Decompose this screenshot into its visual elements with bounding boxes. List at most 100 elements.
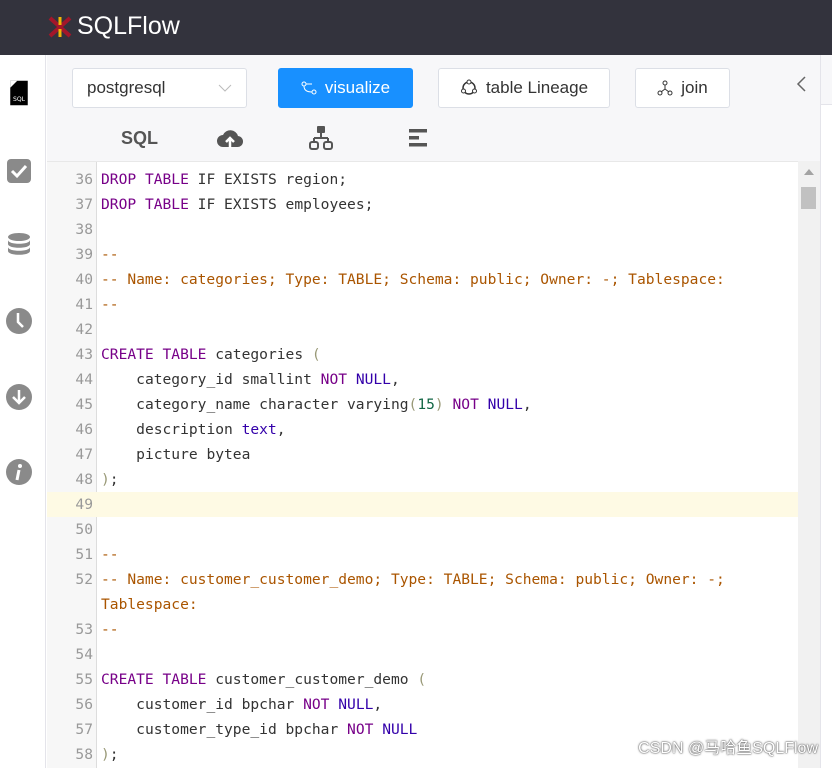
sqlflow-logo-icon <box>48 16 72 37</box>
code-line[interactable]: 38 <box>47 217 798 242</box>
bracket: ( <box>311 346 321 363</box>
type: NULL <box>338 696 374 713</box>
app-logo[interactable]: SQLFlow <box>47 12 180 41</box>
line-number: 52 <box>75 571 93 588</box>
line-number: 43 <box>75 346 93 363</box>
identifier: IF EXISTS region; <box>188 171 348 188</box>
comment: -- Name: categories; Type: TABLE; Schema… <box>101 271 725 288</box>
code-text: -- <box>95 242 798 267</box>
sql-file-icon[interactable]: SQL <box>5 79 33 107</box>
code-line[interactable]: 49 <box>47 492 798 517</box>
join-icon <box>657 80 673 96</box>
collapse-chevron-left-icon[interactable] <box>795 75 807 93</box>
line-number: 47 <box>75 446 93 463</box>
sql-tab-label: SQL <box>121 127 159 148</box>
sql-code-editor[interactable]: 36 DROP TABLE IF EXISTS region; 37 DROP TAB… <box>47 161 798 768</box>
code-text: CREATE TABLE categories ( <box>95 342 798 367</box>
code-text: -- <box>95 292 798 317</box>
line-number: 37 <box>75 196 93 213</box>
code-line[interactable]: 53 -- <box>47 617 798 642</box>
chevron-down-icon <box>218 84 232 92</box>
keyword: DROP <box>101 171 137 188</box>
code-line[interactable]: 42 <box>47 317 798 342</box>
join-button[interactable]: join <box>635 68 730 108</box>
code-line[interactable]: 50 <box>47 517 798 542</box>
code-line[interactable]: 45 category_name character varying(15) N… <box>47 392 798 417</box>
type: NULL <box>487 396 523 413</box>
cloud-upload-icon[interactable] <box>216 124 244 152</box>
code-line[interactable]: 51 -- <box>47 542 798 567</box>
table-lineage-button[interactable]: table Lineage <box>438 68 610 108</box>
scrollbar-thumb[interactable] <box>801 187 816 209</box>
visualize-icon <box>301 81 317 95</box>
code-line[interactable]: 54 <box>47 642 798 667</box>
code-line[interactable]: 44 category_id smallint NOT NULL, <box>47 367 798 392</box>
identifier: ; <box>109 746 119 763</box>
identifier: IF EXISTS employees; <box>188 196 374 213</box>
code-text: DROP TABLE IF EXISTS region; <box>95 167 798 192</box>
dialect-select[interactable]: postgresql <box>72 68 247 108</box>
format-align-icon[interactable] <box>407 124 431 152</box>
identifier: , <box>373 696 383 713</box>
download-icon[interactable] <box>5 383 33 411</box>
join-label: join <box>681 78 708 97</box>
code-line[interactable]: 39 -- <box>47 242 798 267</box>
code-line[interactable]: 41 -- <box>47 292 798 317</box>
bracket: ) <box>434 396 444 413</box>
scroll-up-arrow-icon[interactable] <box>804 169 814 175</box>
code-line[interactable]: 36 DROP TABLE IF EXISTS region; <box>47 167 798 192</box>
identifier <box>444 396 453 413</box>
identifier: category_name character varying <box>101 396 409 413</box>
identifier: , <box>522 396 532 413</box>
code-line[interactable]: 48); <box>47 467 798 492</box>
identifier <box>136 171 145 188</box>
comment: -- Name: customer_customer_demo; Type: T… <box>101 571 734 613</box>
type: text <box>241 421 277 438</box>
sql-tab[interactable]: SQL <box>121 124 158 152</box>
identifier: customer_id bpchar <box>101 696 304 713</box>
visualize-button[interactable]: visualize <box>278 68 413 108</box>
line-number: 45 <box>75 396 93 413</box>
identifier: , <box>390 371 400 388</box>
code-text: DROP TABLE IF EXISTS employees; <box>95 192 798 217</box>
dialect-value: postgresql <box>87 78 166 97</box>
check-icon[interactable] <box>5 157 33 185</box>
identifier: picture bytea <box>101 446 251 463</box>
line-number: 38 <box>75 221 93 238</box>
code-text: -- Name: customer_customer_demo; Type: T… <box>95 567 798 617</box>
line-number: 55 <box>75 671 93 688</box>
comment: -- <box>101 546 119 563</box>
code-text: -- Name: categories; Type: TABLE; Schema… <box>95 267 798 292</box>
code-line[interactable]: 40 -- Name: categories; Type: TABLE; Sche… <box>47 267 798 292</box>
code-text: picture bytea <box>95 442 798 467</box>
code-text: description text, <box>95 417 798 442</box>
line-number: 56 <box>75 696 93 713</box>
identifier: category_id smallint <box>101 371 321 388</box>
editor-vertical-scrollbar[interactable] <box>798 161 820 768</box>
code-text: -- <box>95 542 798 567</box>
code-line[interactable]: 55 CREATE TABLE customer_customer_demo ( <box>47 667 798 692</box>
lineage-icon <box>460 79 477 95</box>
number: 15 <box>417 396 435 413</box>
info-icon[interactable] <box>5 458 33 486</box>
code-line[interactable]: 47 picture bytea <box>47 442 798 467</box>
line-number: 41 <box>75 296 93 313</box>
code-line[interactable]: 56 customer_id bpchar NOT NULL, <box>47 692 798 717</box>
comment: -- <box>101 296 119 313</box>
keyword: NOT <box>320 371 348 388</box>
code-line[interactable]: 37 DROP TABLE IF EXISTS employees; <box>47 192 798 217</box>
code-line[interactable]: 46 description text, <box>47 417 798 442</box>
line-number: 58 <box>75 746 93 763</box>
right-panel-edge <box>820 55 832 768</box>
code-line[interactable]: 43 CREATE TABLE categories ( <box>47 342 798 367</box>
code-line[interactable]: 52 -- Name: customer_customer_demo; Type:… <box>47 567 798 617</box>
database-icon[interactable] <box>5 232 33 260</box>
hierarchy-icon[interactable] <box>309 124 333 152</box>
identifier: customer_customer_demo <box>206 671 418 688</box>
identifier <box>479 396 488 413</box>
history-clock-icon[interactable] <box>5 307 33 335</box>
